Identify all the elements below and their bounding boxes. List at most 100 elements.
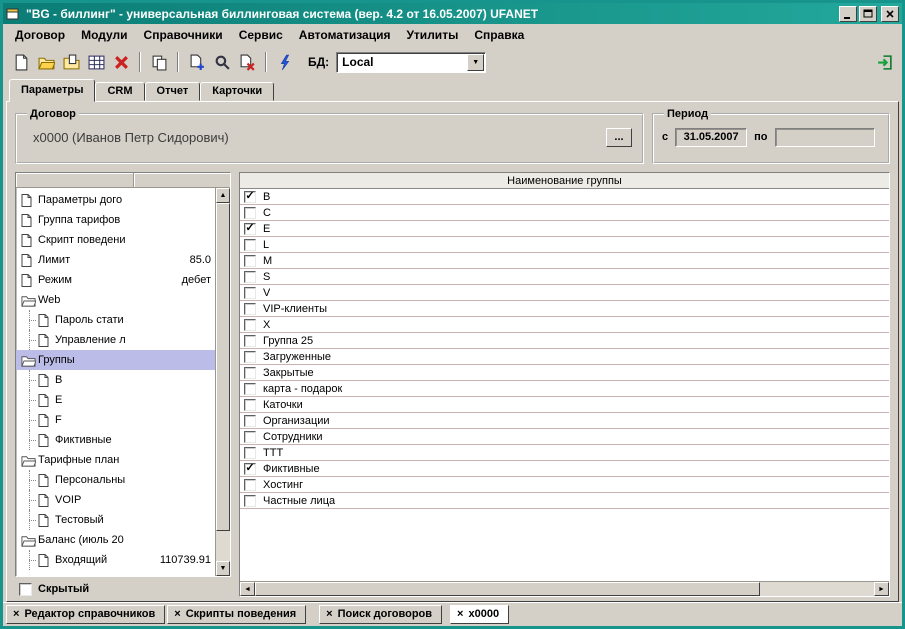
scroll-up-icon[interactable]: ▲ bbox=[216, 188, 230, 203]
row-checkbox[interactable] bbox=[244, 191, 256, 203]
table-row[interactable]: Каточки bbox=[240, 397, 889, 413]
tree-item[interactable]: B bbox=[16, 370, 215, 390]
delete-document-button[interactable] bbox=[235, 50, 259, 74]
scroll-left-icon[interactable]: ◄ bbox=[240, 582, 255, 596]
table-row[interactable]: L bbox=[240, 237, 889, 253]
table-row[interactable]: C bbox=[240, 205, 889, 221]
tree-item[interactable]: Группа тарифов bbox=[16, 210, 215, 230]
tab-close-icon[interactable]: × bbox=[326, 609, 332, 620]
tab[interactable]: Карточки bbox=[200, 82, 274, 101]
horizontal-scroll-thumb[interactable] bbox=[255, 582, 760, 596]
tree-item[interactable]: Входящий 110739.91 bbox=[16, 550, 215, 570]
vertical-scroll-thumb[interactable] bbox=[216, 203, 230, 531]
tree-header-name-column[interactable] bbox=[16, 173, 134, 187]
table-row[interactable]: B bbox=[240, 189, 889, 205]
tree-item[interactable]: Персональны bbox=[16, 470, 215, 490]
new-document-button[interactable] bbox=[9, 50, 33, 74]
row-checkbox[interactable] bbox=[244, 351, 256, 363]
folder-document-button[interactable] bbox=[59, 50, 83, 74]
table-row[interactable]: M bbox=[240, 253, 889, 269]
table-row[interactable]: Хостинг bbox=[240, 477, 889, 493]
table-row[interactable]: Группа 25 bbox=[240, 333, 889, 349]
tree-item[interactable]: Управление л bbox=[16, 330, 215, 350]
table-row[interactable]: Организации bbox=[240, 413, 889, 429]
row-checkbox[interactable] bbox=[244, 319, 256, 331]
table-row[interactable]: Фиктивные bbox=[240, 461, 889, 477]
tree-item[interactable]: Скрипт поведени bbox=[16, 230, 215, 250]
maximize-button[interactable] bbox=[859, 6, 877, 22]
row-checkbox[interactable] bbox=[244, 287, 256, 299]
delete-button[interactable] bbox=[109, 50, 133, 74]
tree-item[interactable]: F bbox=[16, 410, 215, 430]
tree-item[interactable]: Пароль стати bbox=[16, 310, 215, 330]
table-row[interactable]: карта - подарок bbox=[240, 381, 889, 397]
table-row[interactable]: X bbox=[240, 317, 889, 333]
table-row[interactable]: Частные лица bbox=[240, 493, 889, 509]
tree-item[interactable]: Фиктивные bbox=[16, 430, 215, 450]
period-to-field[interactable] bbox=[775, 128, 875, 147]
hidden-checkbox[interactable] bbox=[19, 583, 32, 596]
row-checkbox[interactable] bbox=[244, 447, 256, 459]
menu-item[interactable]: Утилиты bbox=[398, 25, 466, 45]
table-row[interactable]: E bbox=[240, 221, 889, 237]
menu-item[interactable]: Справочники bbox=[136, 25, 231, 45]
tree-item[interactable]: Тестовый bbox=[16, 510, 215, 530]
menu-item[interactable]: Модули bbox=[73, 25, 135, 45]
table-row[interactable]: VIP-клиенты bbox=[240, 301, 889, 317]
period-from-field[interactable]: 31.05.2007 bbox=[675, 128, 747, 147]
tree-item[interactable]: Тарифные план bbox=[16, 450, 215, 470]
tree-header-value-column[interactable] bbox=[134, 173, 230, 187]
document-tab[interactable]: × Поиск договоров bbox=[319, 605, 442, 624]
tab-close-icon[interactable]: × bbox=[13, 609, 19, 620]
menu-item[interactable]: Договор bbox=[7, 25, 73, 45]
tab[interactable]: Параметры bbox=[9, 79, 95, 102]
table-button[interactable] bbox=[84, 50, 108, 74]
table-horizontal-scrollbar[interactable]: ◄ ► bbox=[240, 581, 889, 596]
tab[interactable]: CRM bbox=[95, 82, 144, 101]
tree-item[interactable]: Параметры дого bbox=[16, 190, 215, 210]
open-folder-button[interactable] bbox=[34, 50, 58, 74]
exit-button[interactable] bbox=[872, 50, 896, 74]
document-tab[interactable]: × Редактор справочников bbox=[6, 605, 165, 624]
search-button[interactable] bbox=[210, 50, 234, 74]
tree-item[interactable]: Режим дебет bbox=[16, 270, 215, 290]
row-checkbox[interactable] bbox=[244, 207, 256, 219]
db-select[interactable]: Local ▼ bbox=[336, 52, 486, 73]
row-checkbox[interactable] bbox=[244, 415, 256, 427]
tab-close-icon[interactable]: × bbox=[174, 609, 180, 620]
refresh-button[interactable] bbox=[273, 50, 297, 74]
row-checkbox[interactable] bbox=[244, 367, 256, 379]
add-document-button[interactable] bbox=[185, 50, 209, 74]
menu-item[interactable]: Сервис bbox=[231, 25, 291, 45]
dropdown-arrow-icon[interactable]: ▼ bbox=[467, 54, 484, 71]
scroll-track[interactable] bbox=[760, 582, 874, 596]
row-checkbox[interactable] bbox=[244, 463, 256, 475]
tree-item[interactable]: VOIP bbox=[16, 490, 215, 510]
contract-browse-button[interactable]: ... bbox=[606, 128, 632, 147]
tree-item[interactable]: Баланс (июль 20 bbox=[16, 530, 215, 550]
row-checkbox[interactable] bbox=[244, 383, 256, 395]
row-checkbox[interactable] bbox=[244, 255, 256, 267]
table-row[interactable]: Загруженные bbox=[240, 349, 889, 365]
tab[interactable]: Отчет bbox=[145, 82, 201, 101]
scroll-right-icon[interactable]: ► bbox=[874, 582, 889, 596]
scroll-down-icon[interactable]: ▼ bbox=[216, 561, 230, 576]
table-row[interactable]: Сотрудники bbox=[240, 429, 889, 445]
tree-item[interactable]: E bbox=[16, 390, 215, 410]
row-checkbox[interactable] bbox=[244, 431, 256, 443]
tree-item[interactable]: Лимит 85.0 bbox=[16, 250, 215, 270]
row-checkbox[interactable] bbox=[244, 223, 256, 235]
tree-vertical-scrollbar[interactable]: ▲ ▼ bbox=[215, 188, 230, 576]
menu-item[interactable]: Автоматизация bbox=[291, 25, 399, 45]
row-checkbox[interactable] bbox=[244, 495, 256, 507]
row-checkbox[interactable] bbox=[244, 303, 256, 315]
row-checkbox[interactable] bbox=[244, 479, 256, 491]
table-row[interactable]: V bbox=[240, 285, 889, 301]
copy-button[interactable] bbox=[147, 50, 171, 74]
row-checkbox[interactable] bbox=[244, 399, 256, 411]
table-row[interactable]: Закрытые bbox=[240, 365, 889, 381]
tree-item[interactable]: Группы bbox=[16, 350, 215, 370]
row-checkbox[interactable] bbox=[244, 335, 256, 347]
row-checkbox[interactable] bbox=[244, 239, 256, 251]
table-row[interactable]: S bbox=[240, 269, 889, 285]
